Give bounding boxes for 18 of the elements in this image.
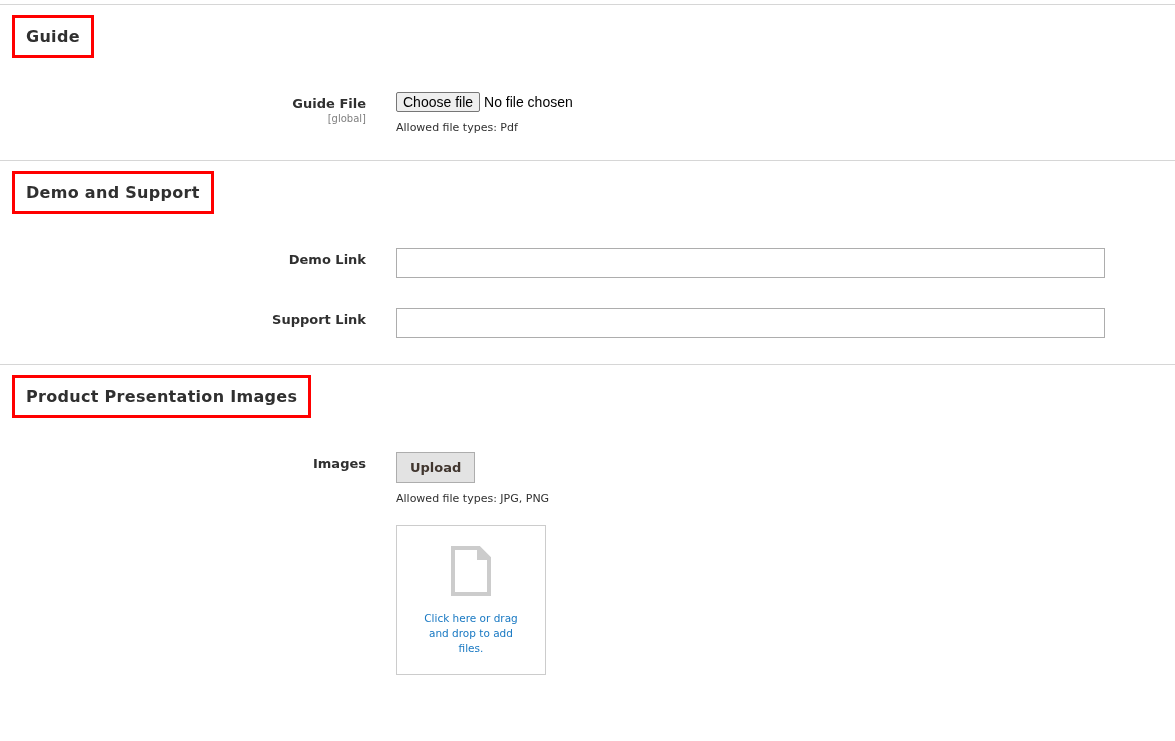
allowed-types-note: Allowed file types: JPG, PNG xyxy=(396,492,550,505)
link-input[interactable] xyxy=(396,308,1105,338)
field-label: Guide File xyxy=(292,96,366,111)
drop-hint: Click here or drag and drop to add files. xyxy=(423,611,519,656)
section-title: Demo and Support xyxy=(12,171,214,214)
upload-button[interactable]: Upload xyxy=(396,452,476,483)
section-title: Guide xyxy=(12,15,94,58)
field-label: Demo Link xyxy=(288,252,366,267)
drop-zone[interactable]: Click here or drag and drop to add files. xyxy=(396,525,546,675)
link-input[interactable] xyxy=(396,248,1105,278)
field-label: Images xyxy=(313,456,366,471)
scope-label: [global] xyxy=(327,113,366,124)
choose-file-button[interactable]: Choose file xyxy=(396,92,481,112)
allowed-types-note: Allowed file types: Pdf xyxy=(396,121,518,134)
file-status: No file chosen xyxy=(484,94,573,110)
section-title: Product Presentation Images xyxy=(12,375,312,418)
document-icon xyxy=(451,546,491,596)
field-label: Support Link xyxy=(272,312,366,327)
